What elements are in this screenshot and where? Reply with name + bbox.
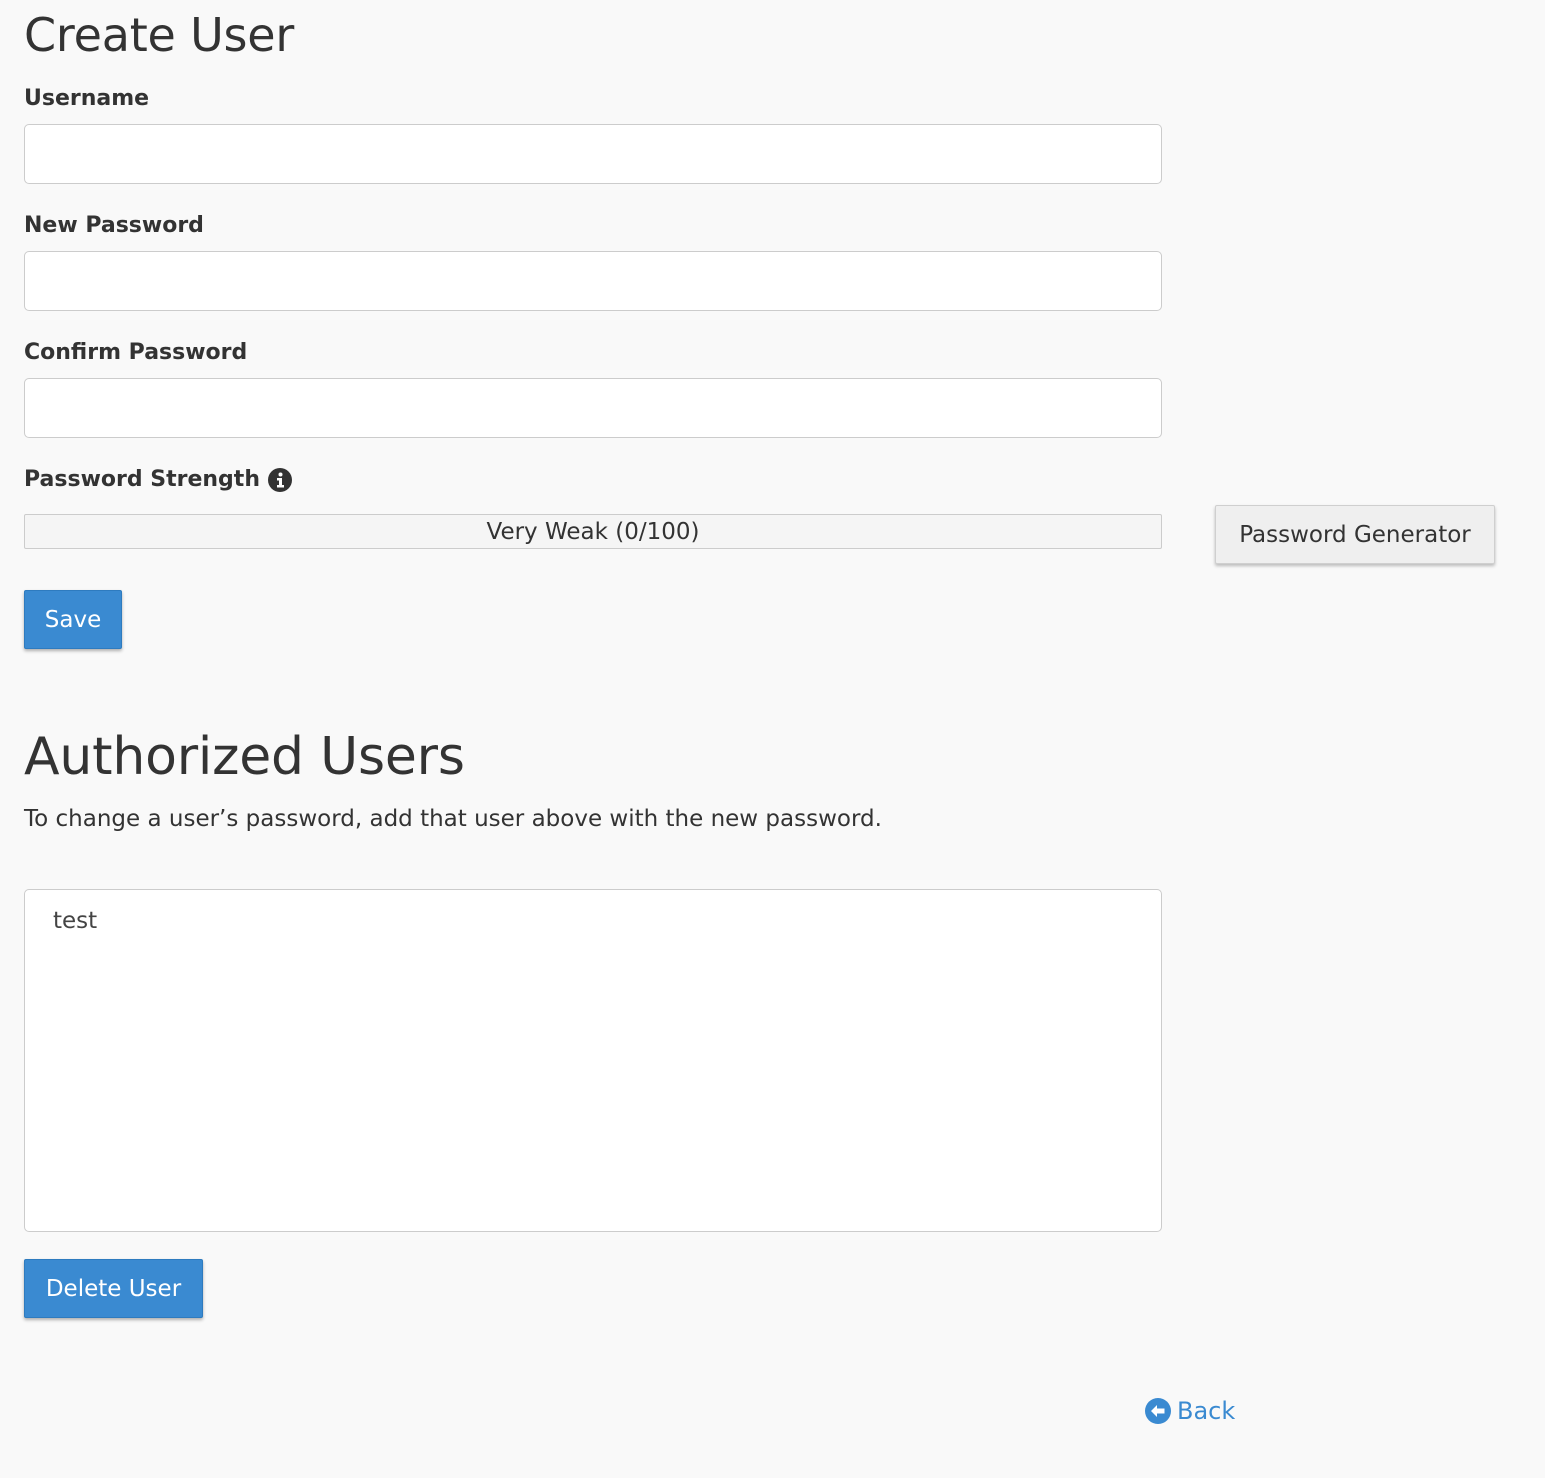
new-password-input[interactable] <box>24 251 1162 311</box>
password-generator-button[interactable]: Password Generator <box>1215 505 1495 564</box>
back-link-label: Back <box>1177 1397 1236 1425</box>
new-password-label: New Password <box>24 213 204 238</box>
username-input[interactable] <box>24 124 1162 184</box>
authorized-users-title: Authorized Users <box>24 727 465 787</box>
save-button[interactable]: Save <box>24 590 122 649</box>
arrow-circle-left-icon <box>1145 1398 1171 1424</box>
password-strength-meter: Very Weak (0/100) <box>24 514 1162 549</box>
authorized-users-description: To change a user’s password, add that us… <box>24 806 882 832</box>
password-strength-text: Very Weak (0/100) <box>486 518 700 545</box>
create-user-title: Create User <box>24 8 295 62</box>
password-strength-label: Password Strength <box>24 467 260 492</box>
username-label: Username <box>24 86 150 111</box>
authorized-users-list[interactable]: test <box>24 889 1162 1232</box>
info-icon[interactable] <box>267 468 292 492</box>
confirm-password-label: Confirm Password <box>24 340 248 365</box>
password-strength-row: Password Strength <box>24 468 292 492</box>
confirm-password-input[interactable] <box>24 378 1162 438</box>
back-link[interactable]: Back <box>1145 1397 1235 1425</box>
list-item[interactable]: test <box>53 906 1161 936</box>
delete-user-button[interactable]: Delete User <box>24 1259 203 1318</box>
